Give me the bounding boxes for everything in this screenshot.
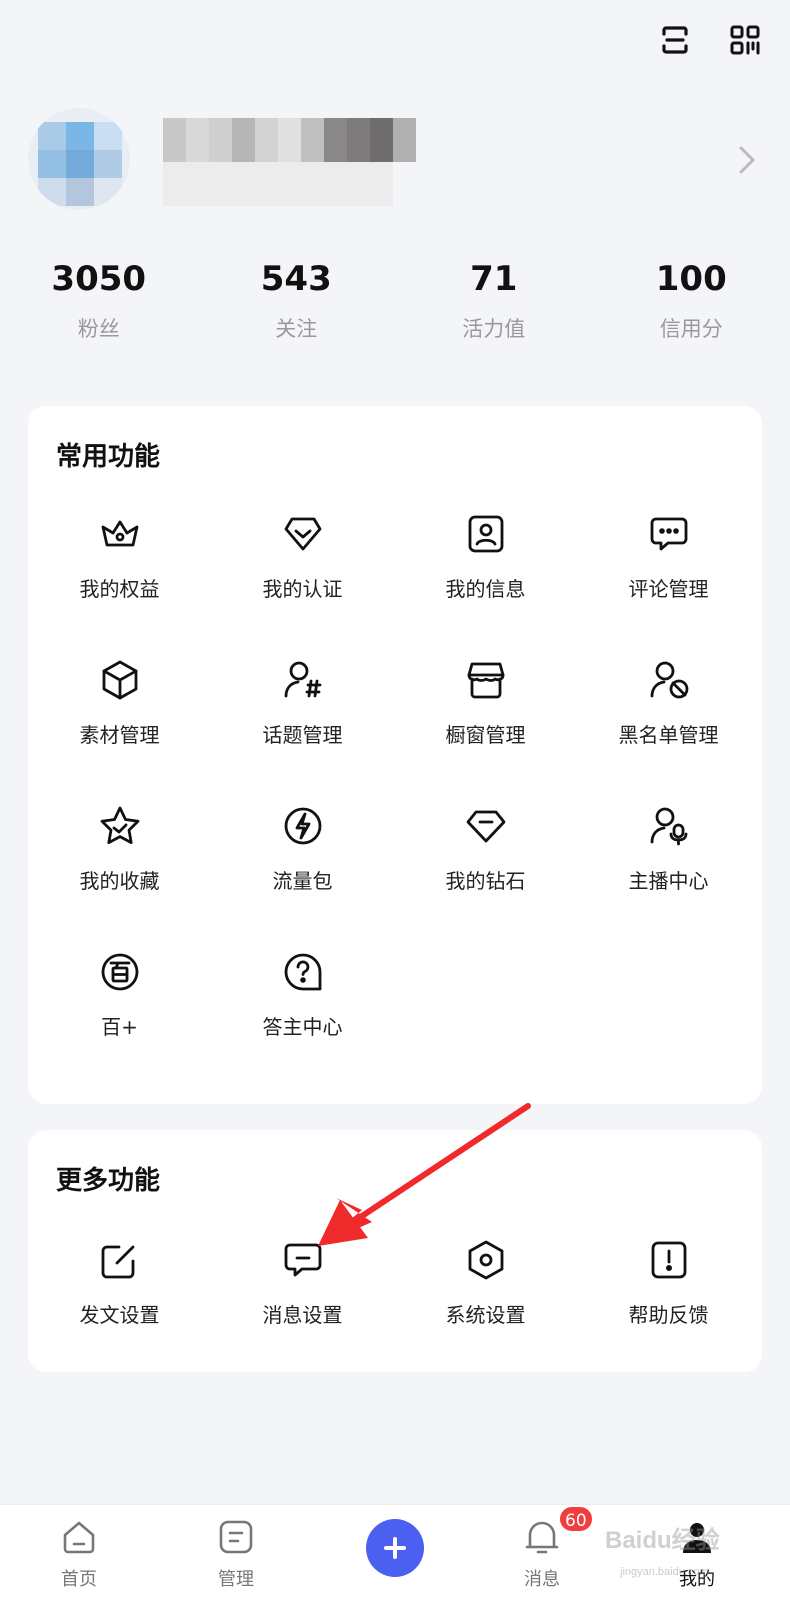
hex-settings-icon <box>468 1240 503 1280</box>
stat-label: 活力值 <box>462 317 526 341</box>
func-help-feedback[interactable]: 帮助反馈 <box>577 1237 760 1377</box>
bell-icon <box>525 1521 559 1554</box>
stat-value: 543 <box>260 259 332 299</box>
func-label: 评论管理 <box>628 577 709 601</box>
func-my-diamonds[interactable]: 我的钻石 <box>394 803 577 943</box>
profile-card-icon <box>468 515 503 553</box>
lightning-icon <box>284 807 321 845</box>
func-answerer-center[interactable]: 答主中心 <box>211 949 394 1089</box>
func-label: 我的收藏 <box>79 869 160 893</box>
stat-value: 100 <box>655 259 727 299</box>
func-label: 发文设置 <box>79 1303 160 1327</box>
plus-icon <box>384 1537 406 1559</box>
nav-label: 消息 <box>524 1569 560 1590</box>
func-showcase-manage[interactable]: 橱窗管理 <box>394 657 577 797</box>
message-count-badge: 60 <box>558 1505 594 1533</box>
func-bai-plus[interactable]: 百+ <box>28 949 211 1089</box>
func-label: 流量包 <box>272 869 333 893</box>
nav-label: 管理 <box>218 1569 254 1590</box>
section-title: 常用功能 <box>56 442 161 472</box>
bai-plus-icon <box>101 953 138 991</box>
func-topic-manage[interactable]: 话题管理 <box>211 657 394 797</box>
stat-following[interactable]: 543 关注 <box>198 255 396 345</box>
watermark-url: jingyan.baidu.com <box>620 1566 709 1578</box>
publish-button[interactable] <box>366 1519 424 1577</box>
func-label: 我的认证 <box>262 577 343 601</box>
func-label: 橱窗管理 <box>445 723 526 747</box>
manage-icon <box>219 1520 253 1554</box>
func-label: 帮助反馈 <box>628 1303 709 1327</box>
section-title: 更多功能 <box>56 1166 161 1196</box>
func-label: 百+ <box>101 1015 138 1039</box>
stat-label: 信用分 <box>659 317 723 341</box>
stat-label: 粉丝 <box>77 317 120 341</box>
cube-icon <box>102 660 137 700</box>
stat-value: 71 <box>470 259 518 299</box>
func-label: 消息设置 <box>262 1303 343 1327</box>
top-bar <box>0 0 790 80</box>
more-functions-card: 更多功能 发文设置 消息设置 系统设置 帮助反馈 <box>28 1130 762 1372</box>
storefront-icon <box>467 662 504 699</box>
diamond-icon <box>466 810 505 843</box>
func-label: 黑名单管理 <box>618 723 719 747</box>
func-comment-manage[interactable]: 评论管理 <box>577 511 760 651</box>
func-label: 我的信息 <box>445 577 526 601</box>
stat-label: 关注 <box>275 317 318 341</box>
func-label: 我的钻石 <box>445 869 526 893</box>
stat-activity[interactable]: 71 活力值 <box>395 255 593 345</box>
func-label: 主播中心 <box>628 869 709 893</box>
nav-home[interactable]: 首页 <box>29 1517 129 1591</box>
func-material-manage[interactable]: 素材管理 <box>28 657 211 797</box>
stats-row: 3050 粉丝 543 关注 71 活力值 100 信用分 <box>0 255 790 345</box>
func-message-settings[interactable]: 消息设置 <box>211 1237 394 1377</box>
func-label: 答主中心 <box>262 1015 343 1039</box>
func-my-info[interactable]: 我的信息 <box>394 511 577 651</box>
common-functions-card: 常用功能 我的权益 我的认证 我的信息 评论管理 素材管理 话题管理 橱窗管理 … <box>28 406 762 1104</box>
comment-icon <box>650 517 687 551</box>
qr-code-icon[interactable] <box>725 20 765 60</box>
crown-icon <box>101 520 138 547</box>
func-system-settings[interactable]: 系统设置 <box>394 1237 577 1377</box>
func-blacklist-manage[interactable]: 黑名单管理 <box>577 657 760 797</box>
func-label: 素材管理 <box>79 723 160 747</box>
home-icon <box>63 1521 95 1554</box>
user-hashtag-icon <box>284 661 321 698</box>
func-post-settings[interactable]: 发文设置 <box>28 1237 211 1377</box>
func-label: 话题管理 <box>262 723 343 747</box>
func-label: 我的权益 <box>79 577 160 601</box>
func-my-benefits[interactable]: 我的权益 <box>28 511 211 651</box>
nav-label: 首页 <box>61 1569 97 1590</box>
stat-value: 3050 <box>51 259 147 299</box>
user-mic-icon <box>650 807 687 846</box>
func-my-verification[interactable]: 我的认证 <box>211 511 394 651</box>
func-my-favorites[interactable]: 我的收藏 <box>28 803 211 943</box>
user-block-icon <box>650 661 688 699</box>
func-anchor-center[interactable]: 主播中心 <box>577 803 760 943</box>
stat-fans[interactable]: 3050 粉丝 <box>0 255 198 345</box>
scan-icon[interactable] <box>655 20 695 60</box>
feedback-icon <box>651 1241 686 1279</box>
verify-shield-icon <box>284 517 321 551</box>
func-traffic-pack[interactable]: 流量包 <box>211 803 394 943</box>
func-label: 系统设置 <box>445 1303 526 1327</box>
star-icon <box>100 806 139 844</box>
stat-credit[interactable]: 100 信用分 <box>593 255 790 345</box>
avatar[interactable] <box>28 108 130 210</box>
message-icon <box>284 1243 321 1277</box>
nav-manage[interactable]: 管理 <box>186 1517 286 1591</box>
profile-header[interactable] <box>0 100 790 220</box>
chevron-right-icon[interactable] <box>733 140 763 180</box>
watermark-logo: Baidu经验 <box>605 1527 720 1554</box>
edit-icon <box>101 1245 134 1279</box>
question-bubble-icon <box>284 953 321 991</box>
